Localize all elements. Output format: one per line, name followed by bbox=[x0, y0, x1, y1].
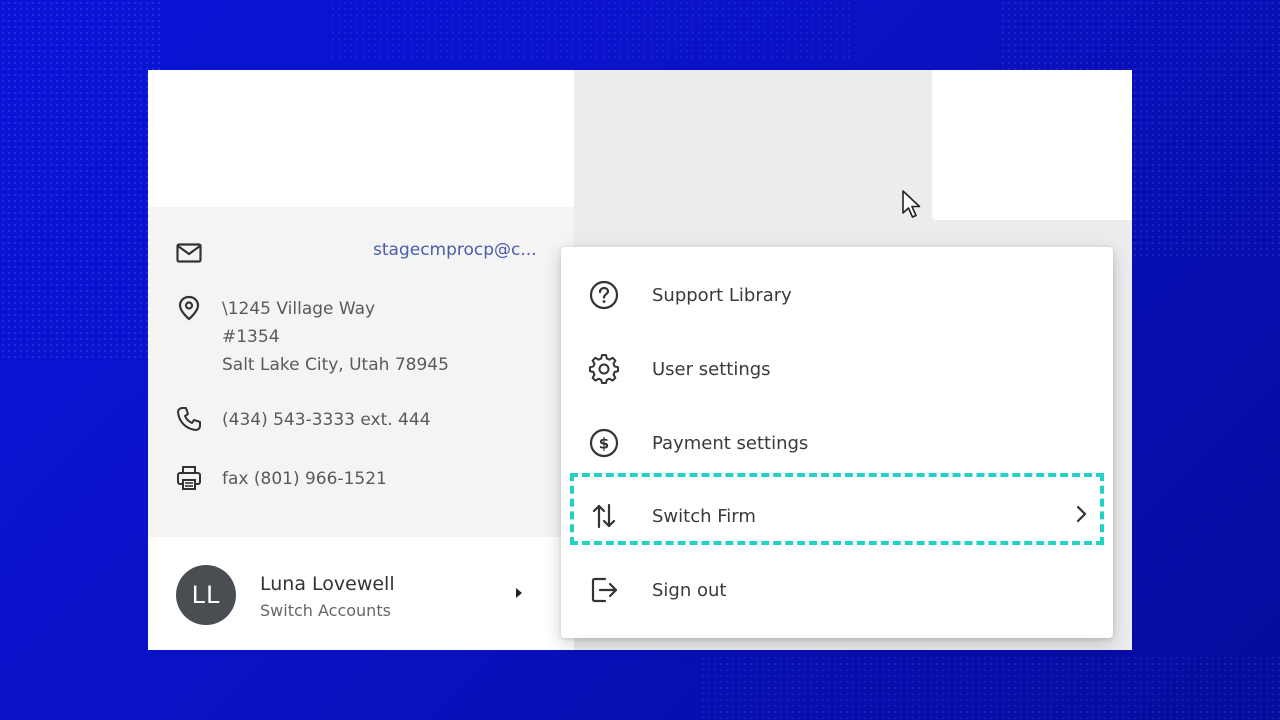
swap-vertical-icon bbox=[588, 500, 620, 532]
help-circle-icon bbox=[588, 279, 620, 311]
address-text: \1245 Village Way #1354 Salt Lake City, … bbox=[222, 295, 449, 379]
fax-text: fax (801) 966-1521 bbox=[222, 469, 387, 489]
printer-icon bbox=[176, 465, 202, 491]
background-pattern-bottom bbox=[700, 655, 1280, 720]
menu-item-user-settings[interactable]: User settings bbox=[561, 339, 1113, 399]
right-panel-card bbox=[932, 70, 1132, 220]
background-pattern-top bbox=[330, 0, 850, 60]
dollar-circle-icon: $ bbox=[588, 427, 620, 459]
sign-out-icon bbox=[588, 574, 620, 606]
caret-right-icon[interactable] bbox=[516, 588, 522, 598]
address-line-2: #1354 bbox=[222, 327, 280, 347]
menu-item-label: Sign out bbox=[652, 579, 727, 601]
avatar[interactable]: LL bbox=[176, 565, 236, 625]
menu-item-label: Support Library bbox=[652, 284, 792, 306]
menu-item-payment-settings[interactable]: $ Payment settings bbox=[561, 413, 1113, 473]
menu-item-label: Switch Firm bbox=[652, 505, 756, 527]
menu-item-switch-firm[interactable]: Switch Firm bbox=[561, 486, 1113, 546]
menu-item-sign-out[interactable]: Sign out bbox=[561, 560, 1113, 620]
switch-accounts-label[interactable]: Switch Accounts bbox=[260, 601, 391, 620]
address-line-3: Salt Lake City, Utah 78945 bbox=[222, 355, 449, 375]
phone-icon bbox=[176, 406, 202, 432]
profile-header-area bbox=[148, 70, 574, 207]
menu-item-label: Payment settings bbox=[652, 432, 809, 454]
mail-icon bbox=[176, 240, 202, 266]
phone-text: (434) 543-3333 ext. 444 bbox=[222, 410, 431, 430]
address-row: \1245 Village Way #1354 Salt Lake City, … bbox=[176, 295, 449, 379]
location-pin-icon bbox=[176, 295, 202, 321]
chevron-right-icon bbox=[1075, 505, 1087, 527]
user-dropdown-menu: Support Library User settings $ Payment … bbox=[561, 247, 1113, 638]
address-line-1: \1245 Village Way bbox=[222, 299, 376, 319]
email-row bbox=[176, 240, 222, 266]
account-name: Luna Lovewell bbox=[260, 573, 395, 595]
menu-item-label: User settings bbox=[652, 358, 771, 380]
menu-item-support-library[interactable]: Support Library bbox=[561, 265, 1113, 325]
background-pattern-left bbox=[0, 0, 160, 360]
fax-row: fax (801) 966-1521 bbox=[176, 465, 387, 493]
email-link[interactable]: stagecmprocp@c... bbox=[373, 240, 537, 260]
gear-icon bbox=[588, 353, 620, 385]
mouse-pointer-icon bbox=[901, 189, 923, 225]
svg-text:$: $ bbox=[599, 435, 609, 453]
phone-row: (434) 543-3333 ext. 444 bbox=[176, 406, 431, 434]
